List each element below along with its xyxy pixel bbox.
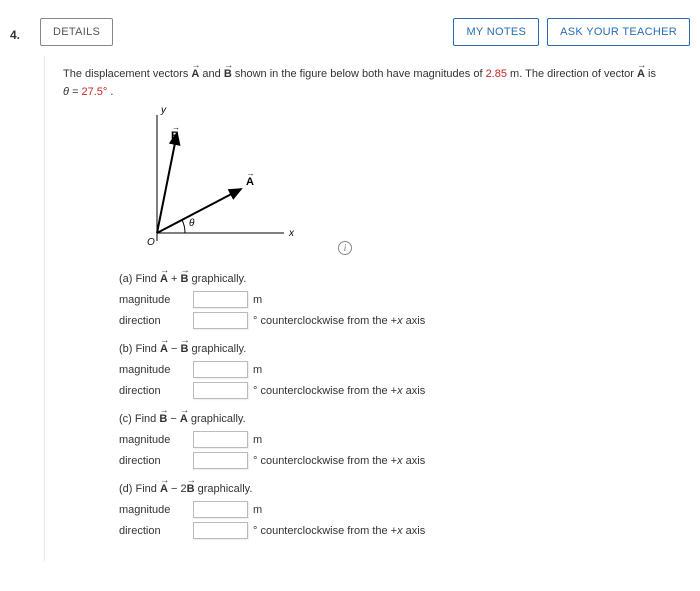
unit-m: m [253,434,262,446]
unit-deg: ° counterclockwise from the +x axis [253,525,425,537]
direction-input[interactable] [193,312,248,329]
direction-row: direction ° counterclockwise from the +x … [119,312,690,329]
header-row: 4. DETAILS MY NOTES ASK YOUR TEACHER [10,18,690,46]
direction-row: direction ° counterclockwise from the +x … [119,452,690,469]
theta-figure-label: θ [189,218,195,229]
figure-svg: y x O θ A → B → [119,105,329,255]
part-label: (d) Find A − 2B graphically. [119,483,690,495]
part-label: (a) Find A + B graphically. [119,273,690,285]
text: and [202,68,223,80]
unit-m: m [253,294,262,306]
vector-a: A [191,66,199,84]
text: is [648,68,656,80]
vector-a: A [637,66,645,84]
problem-statement: The displacement vectors A and B shown i… [63,66,690,101]
magnitude-input[interactable] [193,291,248,308]
theta-label: θ = [63,86,82,98]
direction-label: direction [119,385,193,397]
part-c: (c) Find B − A graphically. magnitude m dir… [119,413,690,469]
parts-list: (a) Find A + B graphically. magnitude m dir… [119,273,690,539]
info-icon[interactable]: i [338,241,352,255]
magnitude-row: magnitude m [119,291,690,308]
direction-row: direction ° counterclockwise from the +x … [119,522,690,539]
question-body: The displacement vectors A and B shown i… [44,56,690,561]
right-buttons: MY NOTES ASK YOUR TEACHER [453,18,690,46]
text: The displacement vectors [63,68,191,80]
magnitude-label: magnitude [119,434,193,446]
magnitude-label: magnitude [119,504,193,516]
question-container: 4. DETAILS MY NOTES ASK YOUR TEACHER The… [10,18,690,561]
unit-m: m [253,364,262,376]
direction-input[interactable] [193,522,248,539]
direction-label: direction [119,315,193,327]
direction-input[interactable] [193,452,248,469]
direction-label: direction [119,525,193,537]
magnitude-row: magnitude m [119,361,690,378]
magnitude-input[interactable] [193,361,248,378]
part-a: (a) Find A + B graphically. magnitude m dir… [119,273,690,329]
y-axis-label: y [160,105,167,116]
magnitude-label: magnitude [119,364,193,376]
magnitude-row: magnitude m [119,431,690,448]
theta-value: 27.5° [82,86,108,98]
vector-b: B [224,66,232,84]
text: shown in the figure below both have magn… [235,68,486,80]
x-axis-label: x [288,228,295,239]
figure-vec-a: A → [246,169,257,188]
magnitude-input[interactable] [193,431,248,448]
text: . [110,86,113,98]
my-notes-button[interactable]: MY NOTES [453,18,539,46]
vector-figure: y x O θ A → B → i [119,105,690,259]
origin-label: O [147,237,155,248]
question-number: 4. [10,18,40,42]
direction-input[interactable] [193,382,248,399]
unit-deg: ° counterclockwise from the +x axis [253,385,425,397]
unit-deg: ° counterclockwise from the +x axis [253,455,425,467]
unit-deg: ° counterclockwise from the +x axis [253,315,425,327]
magnitude-value: 2.85 [486,68,507,80]
ask-teacher-button[interactable]: ASK YOUR TEACHER [547,18,690,46]
direction-label: direction [119,455,193,467]
direction-row: direction ° counterclockwise from the +x … [119,382,690,399]
details-button[interactable]: DETAILS [40,18,113,46]
part-label: (b) Find A − B graphically. [119,343,690,355]
part-d: (d) Find A − 2B graphically. magnitude m di… [119,483,690,539]
magnitude-row: magnitude m [119,501,690,518]
figure-vec-b: B → [171,123,182,142]
unit-m: m [253,504,262,516]
text: m. The direction of vector [510,68,637,80]
part-label: (c) Find B − A graphically. [119,413,690,425]
magnitude-label: magnitude [119,294,193,306]
part-b: (b) Find A − B graphically. magnitude m dir… [119,343,690,399]
magnitude-input[interactable] [193,501,248,518]
